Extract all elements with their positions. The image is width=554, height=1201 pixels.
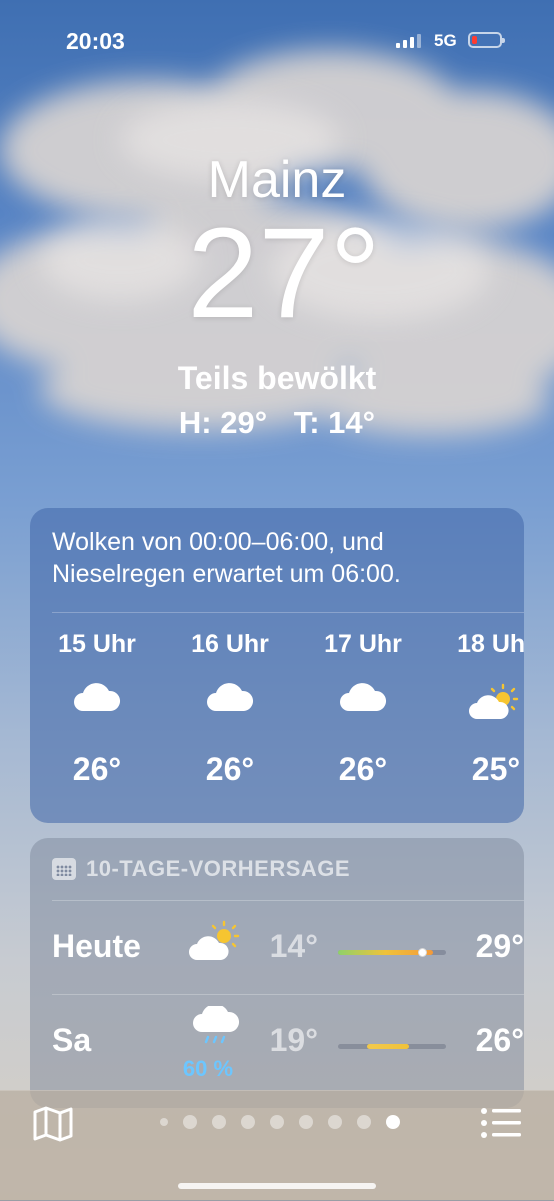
hour-label: 15 Uhr (58, 630, 136, 658)
hour-temp: 26° (205, 751, 255, 787)
status-time: 20:03 (66, 28, 125, 54)
battery-icon (468, 32, 505, 48)
temperature-range-bar (338, 948, 446, 957)
home-indicator (178, 1183, 376, 1189)
forecast-low: 14° (269, 928, 318, 964)
hourly-forecast-card[interactable]: Wolken von 00:00–06:00, und Nieselregen … (30, 508, 524, 823)
divider (52, 900, 524, 901)
current-weather: Mainz 27° Teils bewölkt H: 29° T: 14° (0, 150, 554, 441)
forecast-low: 19° (269, 1022, 318, 1058)
hour-label: 18 Uhr (457, 630, 524, 658)
forecast-row-today[interactable]: Heute 14° 29° (52, 906, 524, 996)
cloud-icon (42, 683, 152, 723)
page-dot[interactable] (357, 1115, 371, 1129)
page-dot[interactable] (160, 1118, 168, 1126)
cloud-icon (308, 683, 418, 723)
map-icon[interactable] (32, 1105, 74, 1143)
current-temperature-marker (418, 948, 428, 957)
cloud-icon (175, 683, 285, 723)
page-dot[interactable] (212, 1115, 226, 1129)
page-dot[interactable] (270, 1115, 284, 1129)
cellular-signal-icon (396, 34, 421, 48)
partly-sunny-icon (441, 683, 524, 723)
page-dot[interactable] (241, 1115, 255, 1129)
temperature-range-fill (367, 1044, 410, 1049)
status-bar: 20:03 5G (0, 28, 554, 58)
divider (52, 994, 524, 995)
hour-temp: 26° (338, 751, 388, 787)
hour-temp: 25° (471, 751, 521, 787)
forecast-day: Heute (52, 928, 141, 964)
hour-item: 16 Uhr 26° (175, 630, 285, 788)
forecast-high: 29° (475, 928, 524, 964)
hourly-scroller[interactable]: 15 Uhr 26° 16 Uhr 26° 17 Uhr 26° 18 Uhr (30, 630, 524, 810)
list-icon[interactable] (480, 1107, 522, 1139)
forecast-high: 26° (475, 1022, 524, 1058)
page-dot[interactable] (328, 1115, 342, 1129)
hour-temp: 26° (72, 751, 122, 787)
forecast-header: 10-TAGE-VORHERSAGE (52, 856, 350, 882)
high-low: H: 29° T: 14° (0, 405, 554, 441)
hour-item: 17 Uhr 26° (308, 630, 418, 788)
network-type: 5G (434, 31, 457, 50)
condition-text: Teils bewölkt (177, 360, 377, 396)
page-indicator[interactable] (160, 1115, 400, 1129)
temperature-range-bar (338, 1044, 446, 1049)
current-temperature: 27° (187, 202, 381, 345)
page-dot-active[interactable] (386, 1115, 400, 1129)
forecast-row-sa[interactable]: Sa 60 % 19° 26° (52, 1000, 524, 1090)
city-name: Mainz (207, 151, 347, 209)
page-dot[interactable] (183, 1115, 197, 1129)
low-temp: T: 14° (293, 405, 376, 440)
bottom-toolbar (0, 1090, 554, 1201)
precipitation-chance: 60 % (182, 1056, 234, 1081)
hour-label: 16 Uhr (191, 630, 269, 658)
page-dot[interactable] (299, 1115, 313, 1129)
ten-day-forecast-card[interactable]: 10-TAGE-VORHERSAGE Heute 14° 29° Sa 60 %… (30, 838, 524, 1108)
forecast-header-label: 10-TAGE-VORHERSAGE (86, 856, 351, 881)
hour-item: 18 Uhr 25° (441, 630, 524, 788)
calendar-icon (52, 858, 76, 880)
hourly-summary: Wolken von 00:00–06:00, und Nieselregen … (52, 528, 401, 588)
high-temp: H: 29° (178, 405, 268, 440)
forecast-day: Sa (52, 1022, 92, 1058)
divider (52, 612, 524, 613)
hour-label: 17 Uhr (324, 630, 402, 658)
hour-item: 15 Uhr 26° (42, 630, 152, 788)
